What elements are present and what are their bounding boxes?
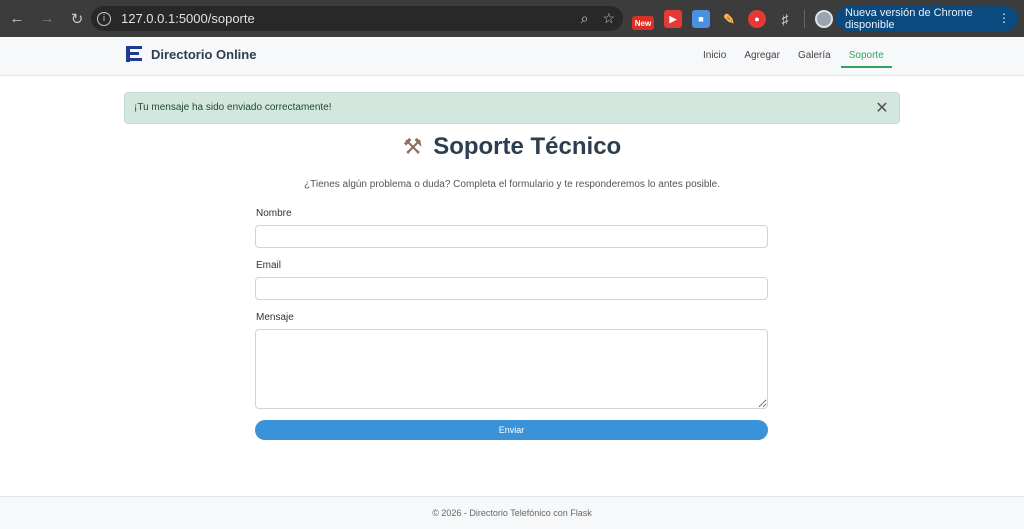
arrow-left-icon: ← [9, 10, 25, 27]
directory-logo-icon [126, 45, 144, 63]
reload-button[interactable]: ↻ [64, 6, 90, 32]
record-extension-icon[interactable]: ● [748, 10, 766, 28]
recorder-extension-icon[interactable]: ▶ [664, 10, 682, 28]
mensaje-textarea[interactable] [255, 329, 768, 409]
toolbar-divider [804, 10, 805, 28]
address-bar[interactable]: i 127.0.0.1:5000/soporte ⌕ ☆ [91, 6, 623, 31]
page-subtitle: ¿Tienes algún problema o duda? Completa … [304, 179, 720, 190]
pen-extension-icon[interactable]: ✎ [720, 10, 738, 28]
hammer-and-wrench-icon: ⚒ [402, 135, 423, 160]
success-alert: ¡Tu mensaje ha sido enviado correctament… [124, 92, 900, 124]
zoom-icon[interactable]: ⌕ [581, 10, 589, 27]
nav-link-soporte[interactable]: Soporte [840, 43, 892, 68]
reload-icon: ↻ [70, 10, 84, 28]
alert-message: ¡Tu mensaje ha sido enviado correctament… [134, 102, 332, 113]
submit-button[interactable]: Enviar [255, 420, 768, 440]
nav-links: Inicio Agregar Galería Soporte [695, 43, 894, 68]
brand[interactable]: Directorio Online [126, 45, 256, 63]
nombre-label: Nombre [256, 208, 292, 219]
email-label: Email [256, 260, 282, 271]
forward-button[interactable]: → [34, 6, 60, 32]
brand-name[interactable]: Directorio Online [151, 47, 256, 62]
profile-avatar[interactable] [815, 10, 833, 28]
close-icon[interactable]: ✕ [872, 98, 892, 118]
docs-extension-icon[interactable]: ■ [692, 10, 710, 28]
extensions-puzzle-icon[interactable]: ♯ [776, 10, 794, 28]
arrow-right-icon: → [39, 10, 55, 27]
nav-link-inicio[interactable]: Inicio [695, 43, 734, 68]
site-info-icon[interactable]: i [97, 11, 111, 26]
email-input[interactable] [255, 277, 768, 300]
chrome-update-button[interactable]: Nueva versión de Chrome disponible ⋮ [836, 6, 1018, 31]
extensions-area: New ▶ ■ ✎ ● ♯ [632, 8, 833, 30]
bookmark-star-icon[interactable]: ☆ [602, 10, 615, 27]
browser-toolbar: ← → ↻ i 127.0.0.1:5000/soporte ⌕ ☆ New ▶… [0, 0, 1024, 37]
back-button[interactable]: ← [4, 6, 30, 32]
more-menu-icon[interactable]: ⋮ [998, 11, 1010, 25]
site-navbar: Directorio Online Inicio Agregar Galería… [0, 37, 1024, 76]
page-footer: © 2026 - Directorio Telefónico con Flask [0, 496, 1024, 529]
address-url[interactable]: 127.0.0.1:5000/soporte [121, 11, 255, 26]
nav-link-galeria[interactable]: Galería [790, 43, 839, 68]
chrome-update-label: Nueva versión de Chrome disponible [845, 6, 973, 31]
footer-text: © 2026 - Directorio Telefónico con Flask [432, 508, 592, 518]
mensaje-label: Mensaje [256, 312, 294, 323]
nav-link-agregar[interactable]: Agregar [736, 43, 788, 68]
new-extension-badge[interactable]: New [632, 16, 654, 30]
page-title: ⚒ Soporte Técnico [0, 133, 1024, 161]
nombre-input[interactable] [255, 225, 768, 248]
page-title-text: Soporte Técnico [433, 133, 622, 160]
